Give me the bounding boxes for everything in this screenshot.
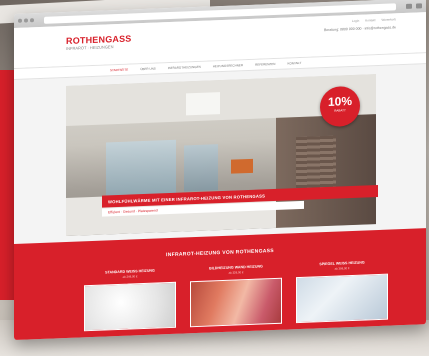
top-link[interactable]: Kontakt xyxy=(365,18,375,22)
window-dot-icon[interactable] xyxy=(18,18,22,23)
badge-value: 10% xyxy=(327,94,353,109)
nav-item[interactable]: Heizungsrechner xyxy=(213,63,243,68)
product-card[interactable]: Spiegel Weiß Heizung ab 399,00 € xyxy=(296,260,388,324)
product-image[interactable] xyxy=(296,273,388,324)
ceiling-heater-panel xyxy=(186,92,220,116)
window-dot-icon[interactable] xyxy=(30,18,34,23)
nav-item[interactable]: Kontakt xyxy=(287,61,301,66)
product-image[interactable] xyxy=(190,277,282,328)
badge-label: RABATT xyxy=(334,108,346,113)
contact-info: Beratung: 0800 000 000 · info@rothengass… xyxy=(323,25,396,33)
logo[interactable]: ROTHENGASS INFRAROT · HEIZUNGEN xyxy=(66,33,132,52)
menu-icon[interactable] xyxy=(416,2,422,9)
top-link[interactable]: Warenkorb xyxy=(381,17,396,22)
product-list: Standard Weiß Heizung ab 249,00 € Bildhe… xyxy=(84,260,388,332)
hero-window xyxy=(106,139,176,201)
window-controls[interactable] xyxy=(18,18,34,23)
product-card[interactable]: Bildheizung Wand Heizung ab 329,00 € xyxy=(190,264,282,328)
product-image[interactable] xyxy=(84,281,176,332)
logo-subtitle: INFRAROT · HEIZUNGEN xyxy=(66,44,114,52)
product-card[interactable]: Standard Weiß Heizung ab 249,00 € xyxy=(84,268,176,332)
products-section: INFRAROT-HEIZUNG VON ROTHENGASS Standard… xyxy=(14,228,426,341)
monitor-screen: ROTHENGASS INFRAROT · HEIZUNGEN Login Ko… xyxy=(14,0,426,341)
nav-item[interactable]: Referenzen xyxy=(255,62,275,67)
nav-item[interactable]: Startseite xyxy=(110,68,128,73)
top-links: Login Kontakt Warenkorb xyxy=(352,17,396,23)
menu-icon[interactable] xyxy=(406,3,412,9)
hero-decor xyxy=(231,158,253,174)
top-link[interactable]: Login xyxy=(352,19,359,23)
nav-item[interactable]: Infrarotheizungen xyxy=(168,65,201,70)
hero-window xyxy=(184,144,218,192)
window-dot-icon[interactable] xyxy=(24,18,28,23)
nav-item[interactable]: Über uns xyxy=(140,67,156,72)
